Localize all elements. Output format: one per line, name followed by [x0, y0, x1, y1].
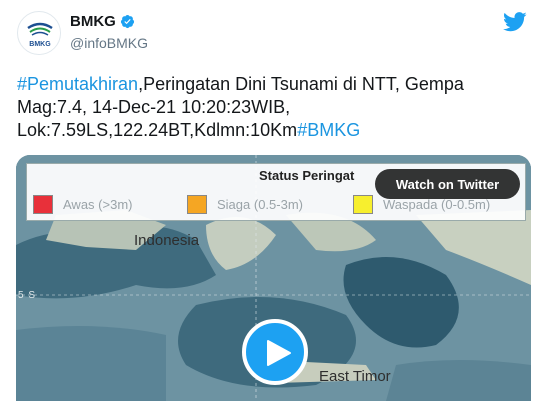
tweet-text: #Pemutakhiran,Peringatan Dini Tsunami di…: [17, 73, 527, 142]
legend-label: Waspada (0-0.5m): [383, 197, 491, 212]
watch-on-twitter-button[interactable]: Watch on Twitter: [375, 169, 520, 199]
display-name[interactable]: BMKG: [70, 13, 116, 30]
legend-item-siaga: Siaga (0.5-3m): [187, 195, 303, 214]
map-label-indonesia: Indonesia: [134, 232, 200, 249]
avatar-text: BMKG: [29, 41, 51, 48]
legend-item-awas: Awas (>3m): [33, 195, 132, 214]
twitter-bird-icon[interactable]: [503, 12, 527, 32]
verified-badge-icon: [120, 14, 134, 29]
map-label-timor: East Timor: [319, 368, 391, 385]
video-media[interactable]: Status Peringat Awas (>3m) Siaga (0.5-3m…: [16, 155, 531, 401]
bmkg-logo-icon: BMKG: [20, 14, 60, 54]
play-icon: [267, 340, 291, 366]
legend-swatch-red: [33, 195, 53, 214]
map-coord-label: 5 S: [18, 290, 37, 301]
legend-swatch-orange: [187, 195, 207, 214]
legend-label: Awas (>3m): [63, 197, 133, 212]
hashtag-link[interactable]: #Pemutakhiran: [17, 74, 138, 94]
avatar[interactable]: BMKG: [17, 11, 61, 55]
handle[interactable]: @infoBMKG: [70, 35, 148, 51]
hashtag-link-bmkg[interactable]: #BMKG: [297, 120, 360, 140]
legend-swatch-yellow: [353, 195, 373, 214]
play-button[interactable]: [242, 319, 308, 385]
legend-label: Siaga (0.5-3m): [217, 197, 303, 212]
legend-title: Status Peringat: [259, 168, 355, 183]
